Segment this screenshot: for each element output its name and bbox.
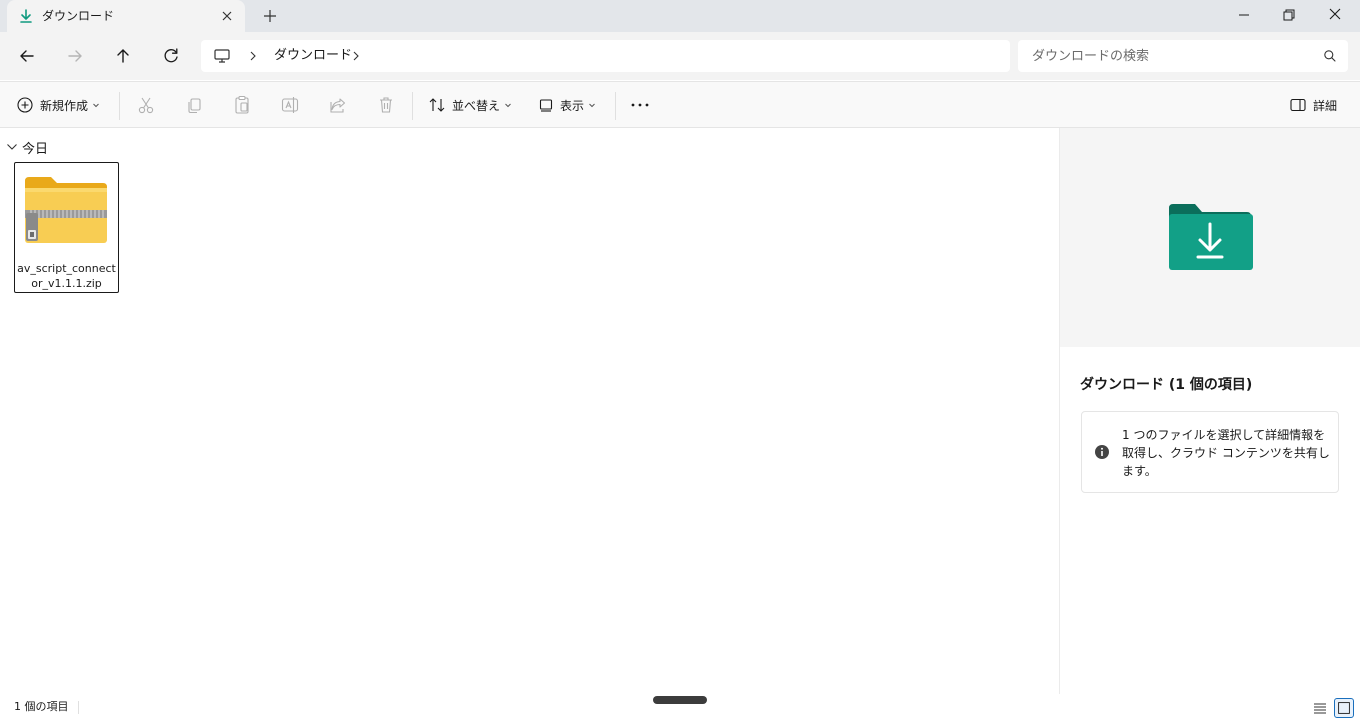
delete-icon[interactable] (376, 93, 396, 117)
new-label: 新規作成 (40, 98, 89, 113)
more-options-icon[interactable] (630, 93, 650, 117)
rename-icon[interactable] (280, 93, 300, 117)
sort-button[interactable]: 並べ替え (428, 93, 512, 117)
close-window-icon[interactable] (1312, 0, 1358, 32)
chevron-down-icon (589, 103, 595, 108)
divider (78, 701, 79, 714)
search-input[interactable] (1018, 40, 1314, 72)
restore-icon[interactable] (1266, 0, 1312, 32)
downloads-folder-icon (1169, 204, 1253, 270)
divider (615, 92, 616, 120)
details-title: ダウンロード (1 個の項目) (1080, 377, 1253, 393)
info-text: 1 つのファイルを選択して詳細情報を取得し、クラウド コンテンツを共有します。 (1122, 428, 1330, 478)
zip-folder-icon (25, 177, 107, 243)
item-count: 1 個の項目 (14, 700, 69, 713)
forward-arrow-icon[interactable] (63, 44, 87, 68)
details-view-icon[interactable] (1310, 698, 1330, 718)
title-bar: ダウンロード (0, 0, 1360, 32)
file-list-area[interactable]: 今日 av_script_connector_v1.1.1.zip (0, 128, 1059, 694)
divider (119, 92, 120, 120)
divider (412, 92, 413, 120)
breadcrumb-chevron-icon[interactable] (349, 48, 363, 64)
details-pane: ダウンロード (1 個の項目) 1 つのファイルを選択して詳細情報を取得し、クラ… (1059, 128, 1360, 694)
close-tab-icon[interactable] (217, 6, 237, 26)
group-label: 今日 (22, 141, 49, 157)
info-icon (1095, 445, 1109, 459)
cut-icon[interactable] (136, 93, 156, 117)
details-pane-button[interactable]: 詳細 (1289, 93, 1337, 117)
this-pc-icon[interactable] (213, 47, 231, 65)
search-icon[interactable] (1322, 48, 1338, 64)
large-icons-view-icon[interactable] (1334, 698, 1354, 718)
file-name: av_script_connector_v1.1.1.zip (17, 262, 116, 290)
search-box[interactable] (1018, 40, 1348, 72)
details-pane-icon (1290, 98, 1306, 112)
info-card: 1 つのファイルを選択して詳細情報を取得し、クラウド コンテンツを共有します。 (1081, 411, 1339, 493)
view-icon (539, 99, 553, 112)
minimize-icon[interactable] (1221, 0, 1267, 32)
tab-downloads[interactable]: ダウンロード (7, 0, 245, 32)
breadcrumb-downloads[interactable]: ダウンロード (274, 48, 352, 64)
view-label: 表示 (560, 98, 585, 113)
file-item[interactable]: av_script_connector_v1.1.1.zip (14, 162, 119, 293)
chevron-down-icon (505, 103, 511, 108)
preview-area (1060, 128, 1360, 347)
share-icon[interactable] (328, 93, 348, 117)
chevron-down-icon (93, 103, 99, 108)
address-bar[interactable]: ダウンロード (201, 40, 1010, 72)
resize-handle[interactable] (653, 696, 707, 704)
breadcrumb-chevron-icon[interactable] (246, 48, 260, 64)
download-icon (20, 9, 32, 23)
sort-icon (429, 98, 445, 112)
new-tab-icon[interactable] (260, 6, 280, 26)
view-button[interactable]: 表示 (538, 93, 596, 117)
back-arrow-icon[interactable] (15, 44, 39, 68)
refresh-icon[interactable] (159, 44, 183, 68)
copy-icon[interactable] (184, 93, 204, 117)
tab-title: ダウンロード (42, 9, 115, 23)
command-bar: 新規作成 並べ替え 表示 詳細 (0, 81, 1360, 128)
chevron-down-icon[interactable] (6, 141, 18, 153)
up-arrow-icon[interactable] (111, 44, 135, 68)
status-bar: 1 個の項目 (0, 694, 1360, 720)
add-circle-icon (17, 97, 33, 113)
file-explorer-window: ダウンロード ダウンロード ダウンロードの検索 新規作成 並べ替え 表示 詳細 … (0, 0, 1360, 720)
paste-icon[interactable] (232, 93, 252, 117)
details-label: 詳細 (1313, 98, 1338, 113)
new-button[interactable]: 新規作成 (16, 93, 100, 117)
group-header-today[interactable]: 今日 (6, 138, 49, 157)
sort-label: 並べ替え (452, 98, 501, 113)
